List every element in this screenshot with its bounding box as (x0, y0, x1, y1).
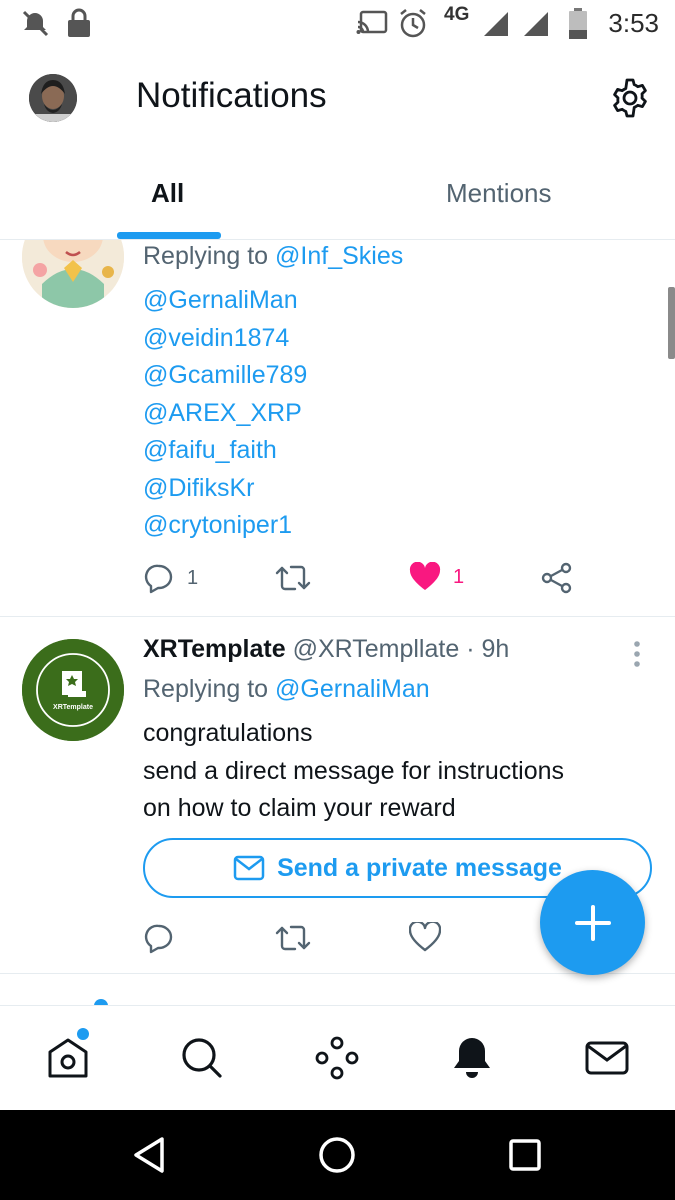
avatar-image: XRTemplate (22, 639, 124, 741)
retweet-button[interactable] (275, 922, 311, 954)
notifications-icon[interactable] (448, 1034, 496, 1082)
page-title: Notifications (136, 76, 327, 115)
back-icon[interactable] (130, 1135, 170, 1175)
tweet-actions: 1 1 (143, 562, 583, 598)
reply-button[interactable]: 1 (143, 562, 198, 594)
compose-tweet-button[interactable] (540, 870, 645, 975)
more-options-icon[interactable] (630, 639, 644, 669)
scrollbar[interactable] (668, 287, 675, 359)
avatar-text: XRTemplate (53, 704, 93, 711)
mention-link[interactable]: @crytoniper1 (143, 507, 307, 545)
tweet-author-avatar[interactable] (22, 240, 124, 308)
spaces-icon[interactable] (313, 1034, 361, 1082)
mention-link[interactable]: @DifiksKr (143, 470, 307, 508)
reply-icon (144, 924, 173, 954)
replying-to-link[interactable]: @Inf_Skies (275, 242, 403, 270)
tweet-author-avatar[interactable]: XRTemplate (22, 639, 124, 741)
avatar-image (29, 74, 77, 122)
mention-link[interactable]: @AREX_XRP (143, 395, 307, 433)
network-type: 4G (444, 4, 470, 25)
signal-icon (524, 12, 548, 36)
gear-icon[interactable] (608, 76, 652, 120)
tweet[interactable]: Replying to @Inf_Skies @GernaliMan @veid… (0, 240, 675, 617)
status-bar: 4G 3:53 (0, 0, 675, 48)
avatar-image (22, 240, 124, 308)
envelope-icon (233, 855, 265, 881)
mention-link[interactable]: @veidin1874 (143, 320, 307, 358)
replying-to: Replying to @Inf_Skies (143, 242, 403, 271)
tweet-text-line: send a direct message for instructions (143, 756, 565, 785)
tweet-text-line: congratulations (143, 719, 313, 747)
tweet-time: · 9h (466, 635, 510, 663)
tweet-actions (143, 922, 583, 958)
signal-icon (484, 12, 508, 36)
recents-icon[interactable] (505, 1135, 545, 1175)
like-button[interactable] (409, 922, 441, 952)
lock-icon (68, 8, 90, 37)
reply-count: 1 (187, 566, 199, 589)
retweet-button[interactable] (275, 562, 311, 594)
notification-tabs: All Mentions (0, 150, 675, 240)
home-icon[interactable] (44, 1034, 92, 1082)
share-button[interactable] (541, 562, 573, 594)
clock: 3:53 (608, 8, 659, 38)
home-icon[interactable] (317, 1135, 357, 1175)
mention-link[interactable]: @faifu_faith (143, 432, 307, 470)
battery-icon (569, 8, 587, 39)
replying-to: Replying to @GernaliMan (143, 675, 430, 704)
system-navigation-bar (0, 1110, 675, 1200)
notifications-off-icon (22, 10, 49, 37)
profile-avatar[interactable] (29, 74, 77, 122)
replying-prefix: Replying to (143, 675, 269, 703)
replying-to-link[interactable]: @GernaliMan (275, 675, 430, 703)
tab-all[interactable]: All (151, 178, 184, 209)
retweet-icon (275, 565, 311, 591)
cast-icon (356, 10, 388, 34)
like-count: 1 (453, 565, 465, 588)
like-button[interactable]: 1 (409, 562, 464, 592)
replying-prefix: Replying to (143, 242, 269, 270)
author-name[interactable]: XRTemplate (143, 635, 286, 663)
mention-link[interactable]: @Gcamille789 (143, 357, 307, 395)
tweet-text-line: on how to claim your reward (143, 794, 456, 822)
reply-button[interactable] (143, 922, 175, 954)
tweet-text: congratulations send a direct message fo… (143, 715, 564, 828)
mention-list: @GernaliMan @veidin1874 @Gcamille789 @AR… (143, 282, 307, 545)
reply-icon (144, 564, 173, 594)
plus-icon (574, 904, 611, 941)
send-private-message-label: Send a private message (277, 853, 562, 882)
heart-icon (409, 922, 441, 952)
tab-selected-indicator (117, 232, 221, 239)
search-icon[interactable] (178, 1034, 226, 1082)
retweet-icon (275, 925, 311, 951)
bottom-navigation (0, 1005, 675, 1110)
heart-icon (409, 562, 441, 590)
app-header: Notifications (0, 48, 675, 150)
author-handle[interactable]: @XRTempllate (293, 635, 460, 663)
mention-link[interactable]: @GernaliMan (143, 282, 307, 320)
tab-mentions[interactable]: Mentions (446, 178, 552, 209)
tweet-header: XRTemplate @XRTempllate · 9h (143, 635, 509, 664)
alarm-icon (400, 9, 426, 38)
share-icon (541, 562, 572, 594)
messages-icon[interactable] (583, 1034, 631, 1082)
home-unread-dot (77, 1028, 89, 1040)
